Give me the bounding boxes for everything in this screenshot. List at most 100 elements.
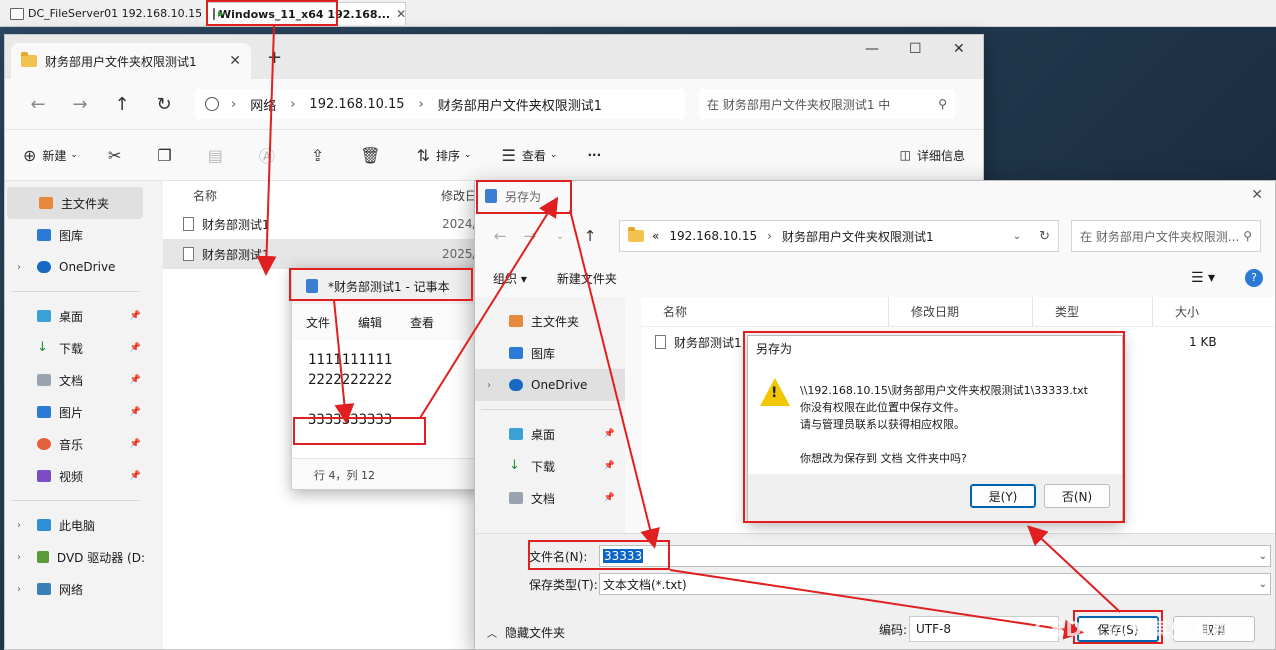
sort-button[interactable]: ⇅ 排序 ⌄ — [417, 146, 472, 165]
sidebar-item-pictures[interactable]: 图片 📌 — [5, 396, 145, 428]
breadcrumb-item[interactable]: 192.168.10.15 — [309, 97, 404, 112]
notepad-text-area[interactable]: 1111111111 2222222222 3333333333 — [292, 340, 490, 458]
chevron-right-icon[interactable]: › — [487, 380, 491, 391]
organize-button[interactable]: 组织 ▾ — [493, 270, 527, 287]
breadcrumb-item[interactable]: 财务部用户文件夹权限测试1 — [438, 95, 602, 114]
view-options-icon[interactable]: ☰ ▾ — [1191, 270, 1215, 286]
column-type[interactable]: 类型 — [1033, 296, 1153, 327]
column-modified[interactable]: 修改日期 — [889, 296, 1033, 327]
chevron-down-icon[interactable]: ⌄ — [545, 231, 575, 242]
sidebar-item-documents[interactable]: 文档 📌 — [5, 364, 145, 396]
close-window-icon[interactable]: ✕ — [953, 41, 965, 57]
new-tab-icon[interactable]: + — [267, 47, 282, 68]
save-as-search-input[interactable]: 在 财务部用户文件夹权限测... ⚲ — [1071, 220, 1261, 252]
menu-edit[interactable]: 编辑 — [358, 314, 382, 331]
pin-icon[interactable]: 📌 — [130, 375, 141, 385]
sidebar-item-downloads[interactable]: ↓ 下载 📌 — [475, 450, 625, 482]
breadcrumb-overflow[interactable]: « — [652, 229, 659, 243]
pin-icon[interactable]: 📌 — [130, 407, 141, 417]
menu-file[interactable]: 文件 — [306, 314, 330, 331]
folder-icon — [21, 52, 37, 67]
pin-icon[interactable]: 📌 — [130, 343, 141, 353]
column-size[interactable]: 大小 — [1153, 297, 1243, 327]
sidebar-item-onedrive[interactable]: › OneDrive — [475, 369, 625, 401]
chevron-down-icon[interactable]: ⌄ — [1013, 231, 1021, 242]
close-icon[interactable]: ✕ — [229, 53, 241, 69]
chevron-right-icon[interactable]: › — [17, 520, 21, 531]
pin-icon[interactable]: 📌 — [604, 429, 615, 439]
delete-button[interactable]: 🗑 — [360, 146, 386, 165]
vm-tab-windows11[interactable]: Windows_11_x64 192.168... ✕ — [206, 2, 406, 25]
chevron-right-icon[interactable]: › — [17, 262, 21, 273]
sidebar-item-desktop[interactable]: 桌面 📌 — [475, 418, 625, 450]
text-line: 1111111111 — [308, 352, 393, 368]
search-input[interactable]: 在 财务部用户文件夹权限测试1 中 ⚲ — [699, 89, 955, 119]
pin-icon[interactable]: 📌 — [604, 493, 615, 503]
rename-button[interactable]: Ⓐ — [259, 143, 281, 167]
chevron-right-icon[interactable]: › — [17, 584, 21, 595]
sidebar-item-documents[interactable]: 文档 📌 — [475, 482, 625, 514]
yes-button[interactable]: 是(Y) — [970, 484, 1036, 508]
up-icon[interactable]: ↑ — [575, 227, 605, 245]
menu-view[interactable]: 查看 — [410, 314, 434, 331]
more-button[interactable]: ··· — [587, 148, 601, 162]
vm-tab-label: Windows_11_x64 192.168... — [219, 7, 391, 21]
up-icon[interactable]: ↑ — [101, 94, 143, 115]
sidebar-item-home[interactable]: 主文件夹 — [7, 187, 143, 219]
pin-icon[interactable]: 📌 — [130, 311, 141, 321]
new-folder-button[interactable]: 新建文件夹 — [557, 270, 617, 287]
sidebar-item-onedrive[interactable]: › OneDrive — [5, 251, 145, 283]
chevron-down-icon[interactable]: ⌄ — [1259, 579, 1267, 590]
no-button[interactable]: 否(N) — [1044, 484, 1110, 508]
cut-button[interactable]: ✂ — [108, 146, 127, 165]
sidebar-item-desktop[interactable]: 桌面 📌 — [5, 300, 145, 332]
refresh-icon[interactable]: ↻ — [143, 94, 185, 115]
forward-icon[interactable]: → — [515, 227, 545, 245]
close-icon[interactable]: ✕ — [1251, 187, 1263, 203]
download-icon: ↓ — [37, 340, 48, 355]
save-as-address-bar[interactable]: « 192.168.10.15 › 财务部用户文件夹权限测试1 ⌄ ↻ — [619, 220, 1059, 252]
breadcrumb-item[interactable]: 192.168.10.15 — [669, 229, 757, 243]
encoding-value: UTF-8 — [916, 622, 951, 636]
column-modified[interactable]: 修改日 — [441, 187, 477, 204]
column-name[interactable]: 名称 — [641, 296, 889, 327]
paste-button[interactable]: ▤ — [208, 146, 229, 165]
new-button[interactable]: ⊕ 新建 ⌄ — [23, 146, 78, 165]
address-bar[interactable]: › 网络 › 192.168.10.15 › 财务部用户文件夹权限测试1 — [195, 89, 685, 119]
maximize-icon[interactable]: ☐ — [909, 41, 922, 57]
back-icon[interactable]: ← — [17, 94, 59, 115]
sidebar-item-downloads[interactable]: ↓ 下载 📌 — [5, 332, 145, 364]
explorer-tab[interactable]: 财务部用户文件夹权限测试1 ✕ — [11, 43, 251, 79]
breadcrumb-item[interactable]: 网络 — [250, 95, 276, 114]
help-icon[interactable]: ? — [1245, 269, 1263, 287]
share-button[interactable]: ⇪ — [311, 146, 330, 165]
filetype-select[interactable]: 文本文档(*.txt) ⌄ — [599, 573, 1271, 595]
pin-icon[interactable]: 📌 — [130, 439, 141, 449]
sidebar-item-videos[interactable]: 视频 📌 — [5, 460, 145, 492]
sidebar-item-dvd[interactable]: › DVD 驱动器 (D: — [5, 541, 145, 573]
minimize-icon[interactable]: — — [865, 41, 879, 57]
sidebar-item-gallery[interactable]: 图库 — [5, 219, 145, 251]
details-button[interactable]: ◫ 详细信息 — [900, 147, 965, 164]
sidebar-item-network[interactable]: › 网络 — [5, 573, 145, 605]
sidebar-item-music[interactable]: 音乐 📌 — [5, 428, 145, 460]
chevron-right-icon[interactable]: › — [17, 552, 21, 563]
pin-icon[interactable]: 📌 — [130, 471, 141, 481]
forward-icon[interactable]: → — [59, 94, 101, 115]
sidebar-item-this-pc[interactable]: › 此电脑 — [5, 509, 145, 541]
chevron-down-icon[interactable]: ⌄ — [1259, 551, 1267, 562]
back-icon[interactable]: ← — [485, 227, 515, 245]
file-row-selected[interactable]: 财务部测试1 2025/ — [163, 239, 483, 269]
pin-icon[interactable]: 📌 — [604, 461, 615, 471]
close-icon[interactable]: ✕ — [396, 7, 406, 21]
hide-folders-toggle[interactable]: ︿ 隐藏文件夹 — [487, 624, 565, 641]
copy-button[interactable]: ❐ — [157, 146, 177, 165]
view-button[interactable]: ☰ 查看 ⌄ — [502, 146, 558, 165]
column-name[interactable]: 名称 — [193, 187, 441, 204]
vm-tab-fileserver[interactable]: DC_FileServer01 192.168.10.15 ✕ — [4, 2, 224, 25]
sidebar-item-home[interactable]: 主文件夹 — [475, 305, 625, 337]
sidebar-item-gallery[interactable]: 图库 — [475, 337, 625, 369]
filename-input[interactable]: 33333 ⌄ — [599, 545, 1271, 567]
refresh-icon[interactable]: ↻ — [1039, 229, 1050, 244]
breadcrumb-item[interactable]: 财务部用户文件夹权限测试1 — [782, 228, 934, 245]
